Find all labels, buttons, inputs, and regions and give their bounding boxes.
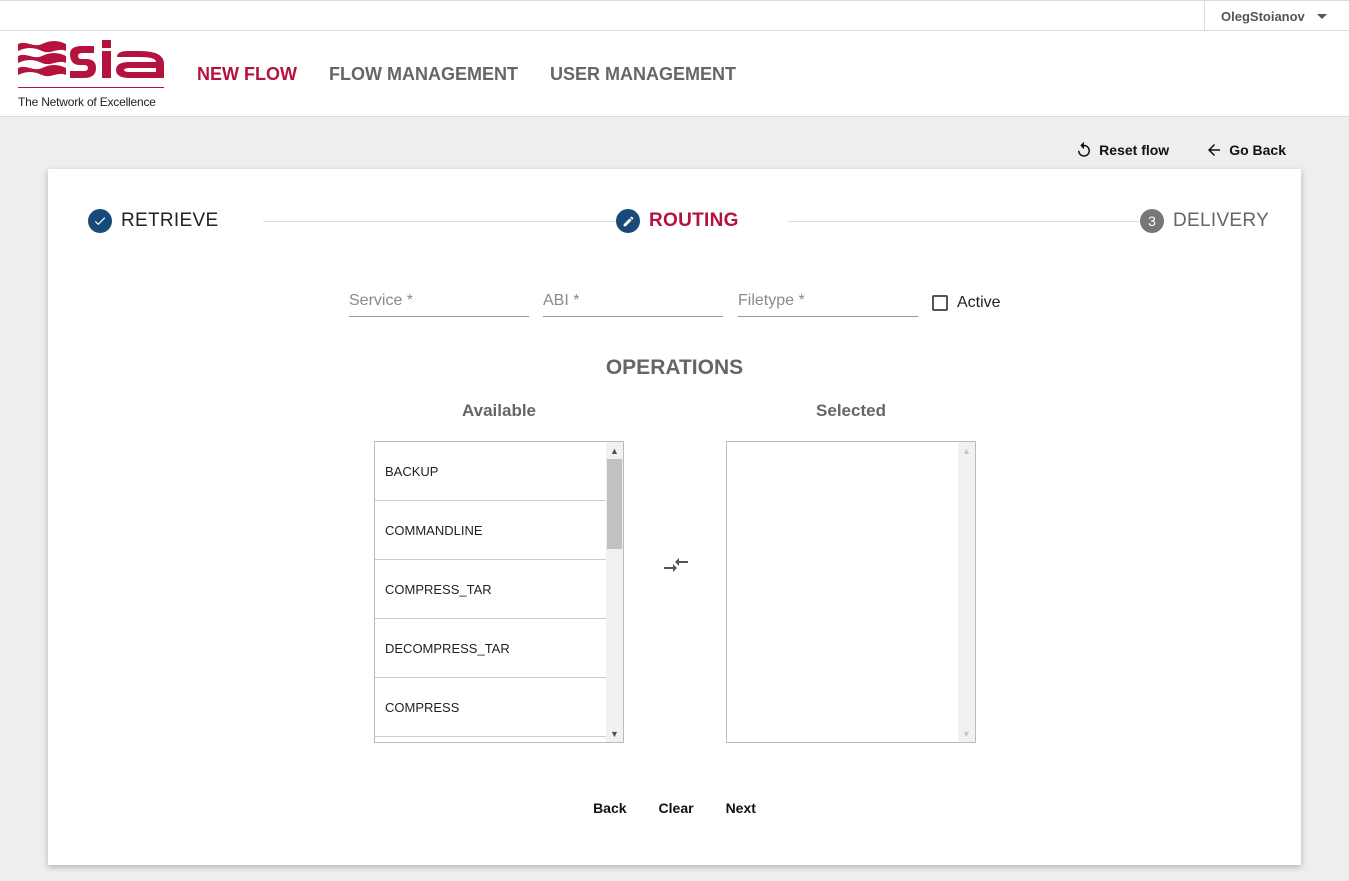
- check-icon: [88, 209, 112, 233]
- flow-card: RETRIEVE ROUTING 3 DELIVERY Active OPERA…: [48, 169, 1301, 865]
- reset-icon: [1078, 141, 1091, 157]
- caret-down-icon: [1316, 13, 1327, 19]
- step-retrieve-label: RETRIEVE: [121, 210, 219, 231]
- selected-title: Selected: [816, 401, 886, 420]
- scroll-up-icon[interactable]: ▲: [958, 442, 975, 459]
- scroll-up-icon[interactable]: ▲: [606, 442, 623, 459]
- abi-input[interactable]: [543, 287, 723, 315]
- user-menu[interactable]: OlegStoianov: [1204, 1, 1349, 31]
- available-list[interactable]: BACKUP COMMANDLINE COMPRESS_TAR DECOMPRE…: [374, 441, 624, 743]
- selected-list[interactable]: ▲ ▼: [726, 441, 976, 743]
- list-item[interactable]: COMPRESS: [375, 678, 606, 737]
- swap-arrows-icon: [664, 558, 688, 572]
- top-bar: OlegStoianov: [0, 0, 1349, 31]
- available-items: BACKUP COMMANDLINE COMPRESS_TAR DECOMPRE…: [375, 442, 606, 737]
- scroll-down-icon[interactable]: ▼: [958, 725, 975, 742]
- go-back-button[interactable]: Go Back: [1205, 141, 1286, 159]
- nav-new-flow[interactable]: NEW FLOW: [197, 64, 297, 85]
- back-button[interactable]: Back: [577, 798, 642, 818]
- sia-logo[interactable]: The Network of Excellence: [18, 40, 166, 110]
- bottom-buttons: Back Clear Next: [48, 798, 1301, 818]
- reset-flow-button[interactable]: Reset flow: [1075, 141, 1169, 159]
- step-routing[interactable]: ROUTING: [616, 209, 739, 233]
- list-item[interactable]: COMMANDLINE: [375, 501, 606, 560]
- step-number: 3: [1140, 209, 1164, 233]
- logo-graphic: [18, 40, 164, 88]
- nav-user-management[interactable]: USER MANAGEMENT: [550, 64, 736, 85]
- step-delivery[interactable]: 3 DELIVERY: [1140, 209, 1270, 233]
- transfer-button[interactable]: [662, 552, 690, 576]
- available-title: Available: [461, 401, 537, 420]
- logo-tagline: The Network of Excellence: [18, 95, 156, 109]
- step-retrieve[interactable]: RETRIEVE: [88, 209, 219, 233]
- list-item[interactable]: BACKUP: [375, 442, 606, 501]
- reset-flow-label: Reset flow: [1099, 142, 1170, 158]
- arrow-left-icon: [1208, 144, 1221, 156]
- abi-field[interactable]: [543, 287, 723, 317]
- pencil-icon: [616, 209, 640, 233]
- next-button[interactable]: Next: [710, 798, 772, 818]
- page-actions: Reset flow Go Back: [1075, 141, 1286, 159]
- active-checkbox[interactable]: Active: [932, 294, 1001, 312]
- operations-title: OPERATIONS: [605, 356, 744, 379]
- filetype-input[interactable]: [738, 287, 918, 315]
- filetype-field[interactable]: [738, 287, 918, 317]
- scroll-thumb[interactable]: [607, 459, 622, 549]
- step-connector: [788, 221, 1178, 222]
- app-header: The Network of Excellence NEW FLOW FLOW …: [0, 31, 1349, 117]
- step-routing-label: ROUTING: [649, 210, 739, 231]
- main-nav: NEW FLOW FLOW MANAGEMENT USER MANAGEMENT: [197, 64, 736, 85]
- list-item[interactable]: DECOMPRESS_TAR: [375, 619, 606, 678]
- available-scrollbar[interactable]: ▲ ▼: [606, 442, 623, 742]
- step-connector: [263, 221, 653, 222]
- checkbox-box[interactable]: [932, 295, 948, 311]
- service-field[interactable]: [349, 287, 529, 317]
- service-input[interactable]: [349, 287, 529, 315]
- stepper: RETRIEVE ROUTING 3 DELIVERY: [88, 209, 1270, 235]
- user-name: OlegStoianov: [1221, 8, 1305, 24]
- selected-scrollbar[interactable]: ▲ ▼: [958, 442, 975, 742]
- list-item[interactable]: COMPRESS_TAR: [375, 560, 606, 619]
- active-label: Active: [957, 294, 1001, 311]
- nav-flow-management[interactable]: FLOW MANAGEMENT: [329, 64, 518, 85]
- step-delivery-label: DELIVERY: [1173, 210, 1270, 231]
- go-back-label: Go Back: [1229, 142, 1286, 158]
- clear-button[interactable]: Clear: [643, 798, 710, 818]
- scroll-down-icon[interactable]: ▼: [606, 725, 623, 742]
